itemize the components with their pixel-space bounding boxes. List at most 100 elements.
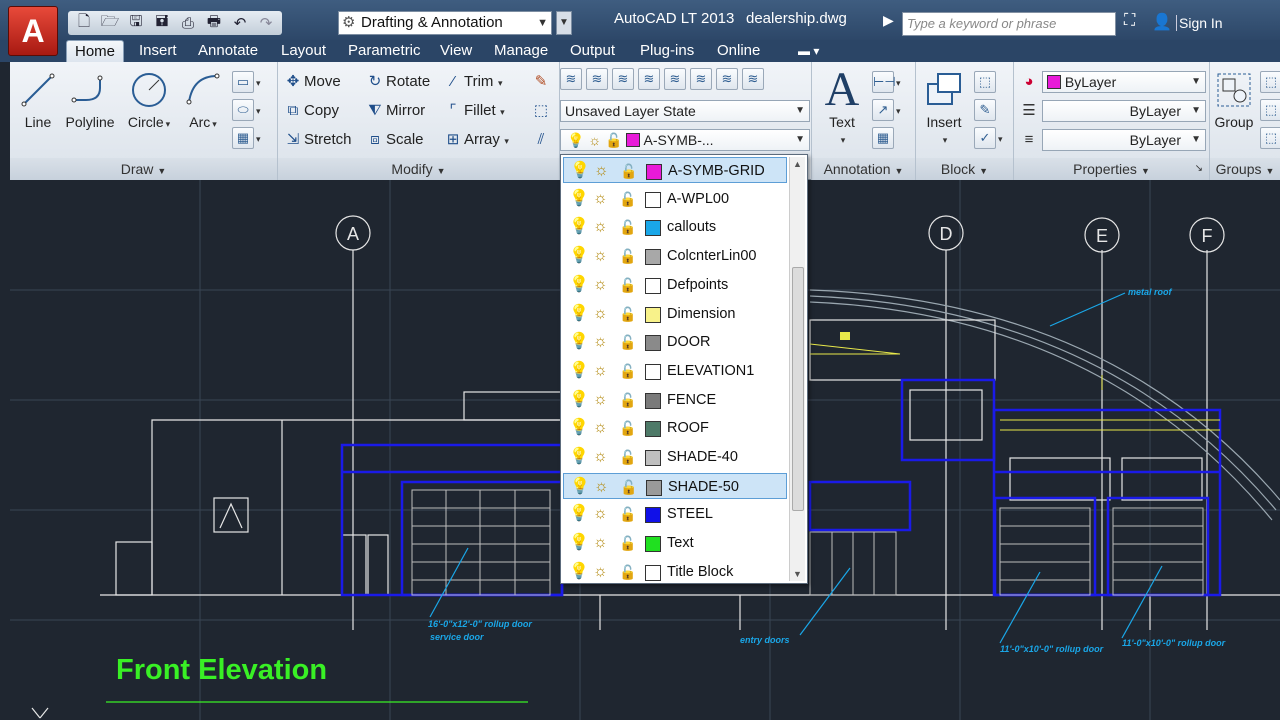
ungroup-button[interactable]: ⬚ bbox=[1260, 70, 1280, 94]
annotation-panel-title[interactable]: Annotation ▼ bbox=[812, 158, 915, 180]
unlock-icon[interactable]: 🔓 bbox=[619, 415, 636, 441]
sun-icon[interactable]: ☼ bbox=[593, 243, 608, 269]
layer-row[interactable]: 💡 ☼ 🔓 SHADE-50 bbox=[563, 472, 787, 500]
layer-off-icon[interactable]: ≋ bbox=[716, 68, 738, 90]
tab-output[interactable]: Output bbox=[562, 40, 623, 62]
layer-dropdown-list[interactable]: 💡 ☼ 🔓 A-SYMB-GRID 💡 ☼ 🔓 A-WPL00 💡 ☼ 🔓 callouts 💡 ☼ 🔓 Co… bbox=[560, 154, 808, 584]
layer-properties-icon[interactable]: ≋ bbox=[560, 68, 582, 90]
plot-icon[interactable]: 🖶 bbox=[202, 13, 226, 33]
edit-block-button[interactable]: ✎ bbox=[974, 98, 996, 122]
unlock-icon[interactable]: 🔓 bbox=[619, 214, 636, 240]
tab-annotate[interactable]: Annotate bbox=[190, 40, 266, 62]
tab-view[interactable]: View bbox=[432, 40, 480, 62]
ellipse-button[interactable]: ⬭ ▾ bbox=[232, 98, 261, 122]
bulb-icon[interactable]: 💡 bbox=[569, 243, 589, 269]
stretch-button[interactable]: ⇲ Stretch bbox=[282, 128, 352, 152]
layer-match-icon[interactable]: ≋ bbox=[586, 68, 608, 90]
groups-panel-title[interactable]: Groups ▼ bbox=[1210, 158, 1280, 180]
layer-color-swatch[interactable] bbox=[646, 479, 662, 496]
unlock-icon[interactable]: 🔓 bbox=[619, 272, 636, 298]
unlock-icon[interactable]: 🔓 bbox=[619, 186, 636, 212]
copy-button[interactable]: ⧉ Copy bbox=[282, 99, 339, 123]
layer-isolate-icon[interactable]: ≋ bbox=[638, 68, 660, 90]
layer-color-swatch[interactable] bbox=[645, 564, 661, 581]
layer-color-swatch[interactable] bbox=[645, 507, 661, 524]
layer-row[interactable]: 💡 ☼ 🔓 ROOF bbox=[563, 415, 787, 441]
move-button[interactable]: ✥ Move bbox=[282, 70, 341, 94]
leader-button[interactable]: ↗ ▾ bbox=[872, 98, 901, 122]
bulb-icon[interactable]: 💡 bbox=[569, 501, 589, 527]
sun-icon[interactable]: ☼ bbox=[593, 272, 608, 298]
layer-list-scrollbar[interactable]: ▲ ▼ bbox=[789, 157, 805, 581]
layer-color-swatch[interactable] bbox=[645, 450, 661, 466]
tab-insert[interactable]: Insert bbox=[131, 40, 185, 62]
search-input[interactable]: Type a keyword or phrase bbox=[902, 12, 1116, 36]
layer-row[interactable]: 💡 ☼ 🔓 A-SYMB-GRID bbox=[563, 157, 787, 183]
explode-button[interactable]: ⬚ bbox=[530, 99, 552, 123]
layer-combo[interactable]: 💡 ☼ 🔓 A-SYMB-... ▼ bbox=[560, 129, 810, 151]
bulb-icon[interactable]: 💡 bbox=[570, 158, 590, 184]
bulb-icon[interactable]: 💡 bbox=[569, 559, 589, 583]
layer-color-swatch[interactable] bbox=[645, 421, 661, 438]
offset-button[interactable]: ⫽ bbox=[530, 128, 552, 152]
layer-color-swatch[interactable] bbox=[645, 191, 661, 208]
hatch-button[interactable]: ▦ ▾ bbox=[232, 126, 261, 150]
user-icon[interactable]: 👤 bbox=[1152, 12, 1172, 32]
sun-icon[interactable]: ☼ bbox=[594, 474, 609, 500]
bulb-icon[interactable]: 💡 bbox=[570, 474, 590, 500]
layer-color-swatch[interactable] bbox=[645, 392, 661, 409]
sun-icon[interactable]: ☼ bbox=[593, 415, 608, 441]
expand-arrow-icon[interactable]: ▶ bbox=[883, 12, 894, 29]
sign-in-link[interactable]: Sign In bbox=[1176, 15, 1223, 31]
layer-row[interactable]: 💡 ☼ 🔓 STEEL bbox=[563, 501, 787, 527]
bulb-icon[interactable]: 💡 bbox=[569, 186, 589, 212]
application-menu-button[interactable]: A bbox=[8, 6, 58, 56]
tab-home[interactable]: Home bbox=[66, 40, 125, 62]
unlock-icon[interactable]: 🔓 bbox=[619, 444, 636, 470]
linetype-combo[interactable]: ByLayer ▼ bbox=[1042, 129, 1206, 151]
modify-panel-title[interactable]: Modify ▼ bbox=[278, 158, 559, 180]
layer-freeze-icon[interactable]: ≋ bbox=[690, 68, 712, 90]
line-button[interactable]: Line bbox=[18, 70, 58, 130]
layer-row[interactable]: 💡 ☼ 🔓 Title Block bbox=[563, 559, 787, 583]
lineweight-icon-button[interactable]: ☰ bbox=[1018, 99, 1040, 123]
table-button[interactable]: ▦ bbox=[872, 126, 894, 150]
create-block-button[interactable]: ⬚ bbox=[974, 70, 996, 94]
unlock-icon[interactable]: 🔓 bbox=[620, 158, 637, 184]
bulb-icon[interactable]: 💡 bbox=[569, 214, 589, 240]
layer-lock-icon[interactable]: ≋ bbox=[742, 68, 764, 90]
color-wheel-button[interactable]: ◕ bbox=[1018, 70, 1040, 94]
layer-unisolate-icon[interactable]: ≋ bbox=[664, 68, 686, 90]
unlock-icon[interactable]: 🔓 bbox=[620, 474, 637, 500]
lineweight-combo[interactable]: ByLayer ▼ bbox=[1042, 100, 1206, 122]
trim-button[interactable]: ⁄ Trim ▾ bbox=[442, 70, 503, 94]
layer-row[interactable]: 💡 ☼ 🔓 ColcnterLin00 bbox=[563, 243, 787, 269]
sun-icon[interactable]: ☼ bbox=[593, 530, 608, 556]
group-edit-button[interactable]: ⬚ bbox=[1260, 98, 1280, 122]
scroll-up-icon[interactable]: ▲ bbox=[793, 159, 802, 169]
bulb-icon[interactable]: 💡 bbox=[569, 272, 589, 298]
attribute-button[interactable]: ✓ ▾ bbox=[974, 126, 1003, 150]
unlock-icon[interactable]: 🔓 bbox=[619, 530, 636, 556]
tab-online[interactable]: Online bbox=[709, 40, 768, 62]
unlock-icon[interactable]: 🔓 bbox=[619, 387, 636, 413]
block-panel-title[interactable]: Block ▼ bbox=[916, 158, 1013, 180]
open-folder-icon[interactable]: 🗁 bbox=[98, 13, 122, 33]
sun-icon[interactable]: ☼ bbox=[593, 301, 608, 327]
arc-button[interactable]: Arc ▾ bbox=[180, 70, 226, 130]
unlock-icon[interactable]: 🔓 bbox=[619, 559, 636, 583]
array-button[interactable]: ⊞ Array ▾ bbox=[442, 128, 509, 152]
tab-plug-ins[interactable]: Plug-ins bbox=[632, 40, 702, 62]
layer-row[interactable]: 💡 ☼ 🔓 A-WPL00 bbox=[563, 186, 787, 212]
scale-button[interactable]: ⧈ Scale bbox=[364, 128, 423, 152]
group-select-button[interactable]: ⬚ bbox=[1260, 126, 1280, 150]
unlock-icon[interactable]: 🔓 bbox=[619, 301, 636, 327]
layer-color-swatch[interactable] bbox=[645, 363, 661, 380]
layer-row[interactable]: 💡 ☼ 🔓 ELEVATION1 bbox=[563, 358, 787, 384]
new-file-icon[interactable]: 🗋 bbox=[72, 13, 96, 33]
scroll-thumb[interactable] bbox=[792, 267, 804, 511]
unlock-icon[interactable]: 🔓 bbox=[619, 358, 636, 384]
layer-row[interactable]: 💡 ☼ 🔓 Dimension bbox=[563, 301, 787, 327]
sun-icon[interactable]: ☼ bbox=[593, 329, 608, 355]
circle-button[interactable]: Circle ▾ bbox=[126, 70, 172, 130]
